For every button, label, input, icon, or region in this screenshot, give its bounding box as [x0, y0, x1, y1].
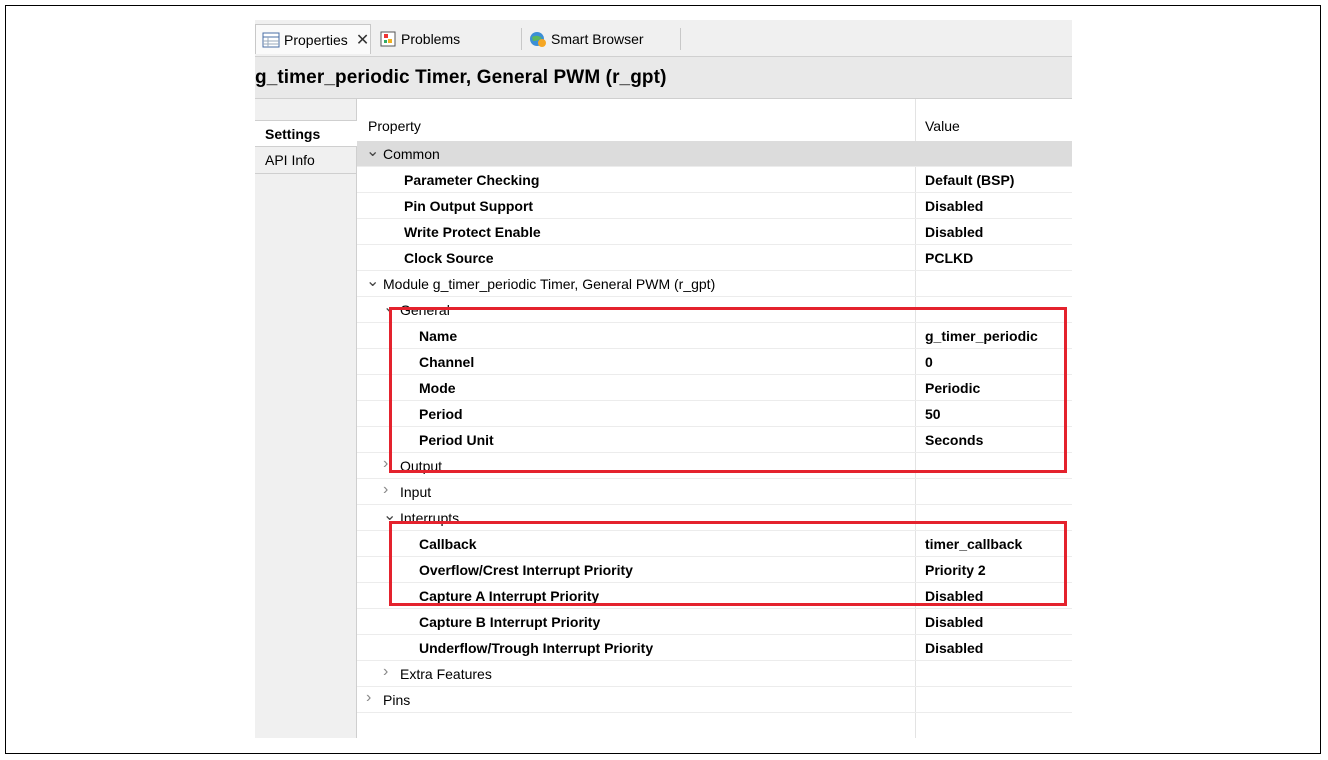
tab-smart-browser[interactable]: Smart Browser — [523, 24, 678, 54]
property-value[interactable]: Disabled — [925, 614, 983, 630]
table-row[interactable]: Pin Output Support Disabled — [357, 193, 1072, 219]
smart-browser-icon — [529, 30, 547, 48]
table-row[interactable]: Capture B Interrupt Priority Disabled — [357, 609, 1072, 635]
side-tab-label: API Info — [265, 152, 315, 168]
table-row[interactable]: Parameter Checking Default (BSP) — [357, 167, 1072, 193]
property-value[interactable]: PCLKD — [925, 250, 973, 266]
chevron-down-icon[interactable]: ⌄ — [366, 271, 379, 291]
tab-label: Smart Browser — [551, 31, 644, 47]
chevron-right-icon[interactable]: › — [383, 663, 388, 681]
chevron-right-icon[interactable]: › — [383, 455, 388, 473]
page-title: g_timer_periodic Timer, General PWM (r_g… — [255, 66, 667, 88]
property-name: Input — [400, 484, 432, 500]
side-tab-settings[interactable]: Settings — [255, 120, 357, 147]
highlight-box-general — [389, 307, 1067, 473]
tab-properties[interactable]: Properties ✕ — [255, 24, 371, 54]
highlight-box-interrupts — [389, 521, 1067, 606]
table-row[interactable]: › Pins — [357, 687, 1072, 713]
table-row[interactable]: Write Protect Enable Disabled — [357, 219, 1072, 245]
tab-divider — [680, 28, 681, 50]
property-name: Write Protect Enable — [404, 224, 541, 240]
column-header-value[interactable]: Value — [925, 118, 960, 134]
property-value[interactable]: Default (BSP) — [925, 172, 1014, 188]
side-tab-bar: Settings API Info — [255, 99, 357, 738]
property-name: Parameter Checking — [404, 172, 540, 188]
property-name: Clock Source — [404, 250, 494, 266]
property-value[interactable]: Disabled — [925, 224, 983, 240]
table-row[interactable]: › Extra Features — [357, 661, 1072, 687]
table-row[interactable]: › Input — [357, 479, 1072, 505]
properties-icon — [262, 31, 280, 49]
close-icon[interactable]: ✕ — [356, 30, 369, 50]
property-name: Underflow/Trough Interrupt Priority — [419, 640, 654, 656]
column-header-property[interactable]: Property — [368, 118, 421, 134]
property-value[interactable]: Disabled — [925, 198, 983, 214]
side-tab-label: Settings — [265, 125, 321, 142]
page-title-bar: g_timer_periodic Timer, General PWM (r_g… — [255, 57, 1072, 99]
view-tab-bar: Properties ✕ Problems Smart Browser — [255, 20, 1072, 57]
property-name: Pins — [383, 692, 411, 708]
property-name: Extra Features — [400, 666, 492, 682]
property-name: Common — [383, 146, 440, 162]
tab-problems[interactable]: Problems — [373, 24, 521, 54]
problems-icon — [379, 30, 397, 48]
tab-label: Problems — [401, 31, 461, 47]
property-name: Pin Output Support — [404, 198, 534, 214]
chevron-right-icon[interactable]: › — [366, 689, 371, 707]
chevron-right-icon[interactable]: › — [383, 481, 388, 499]
table-row[interactable]: ⌄ Module g_timer_periodic Timer, General … — [357, 271, 1072, 297]
property-name: Module g_timer_periodic Timer, General P… — [383, 276, 716, 292]
table-row[interactable]: Underflow/Trough Interrupt Priority Disab… — [357, 635, 1072, 661]
properties-view: Properties ✕ Problems Smart Browser g_ti… — [255, 20, 1072, 738]
side-tab-api-info[interactable]: API Info — [255, 147, 356, 174]
chevron-down-icon[interactable]: ⌄ — [366, 141, 379, 161]
table-row[interactable]: ⌄ Common — [357, 141, 1072, 167]
table-header: Property Value — [357, 99, 1072, 142]
property-name: Capture B Interrupt Priority — [419, 614, 601, 630]
property-value[interactable]: Disabled — [925, 640, 983, 656]
tab-label: Properties — [284, 31, 348, 48]
tab-divider — [521, 28, 522, 50]
table-row[interactable]: Clock Source PCLKD — [357, 245, 1072, 271]
